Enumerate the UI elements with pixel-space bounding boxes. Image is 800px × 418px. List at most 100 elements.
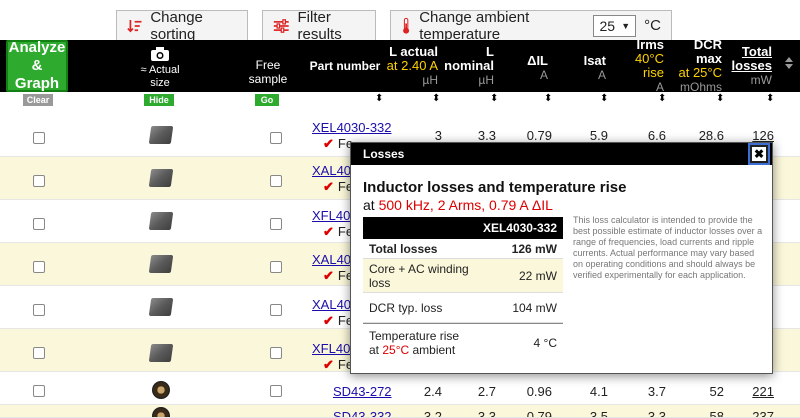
sample-checkbox[interactable] <box>270 304 282 316</box>
temperature-select[interactable]: 25 ▼ <box>593 14 637 37</box>
dcr-loss-amount: 104 mW <box>512 300 557 315</box>
temperature-value: 25 <box>599 17 616 34</box>
change-sorting-button[interactable]: Change sorting <box>116 9 248 43</box>
col-isat-title: Isat <box>583 53 606 68</box>
inductor-image <box>152 381 170 399</box>
inductor-image <box>148 255 174 273</box>
sample-checkbox[interactable] <box>270 218 282 230</box>
actual-size-label-2: size <box>150 77 170 89</box>
sort-irms-icon[interactable]: ⬍ <box>658 93 666 104</box>
dcr-loss-label: DCR typ. loss <box>369 300 443 315</box>
check-icon: ✔ <box>323 179 334 194</box>
total-losses-value[interactable]: 126 <box>732 128 774 143</box>
feature-label: ✔ Fe <box>323 224 353 240</box>
col-l-nominal-title: L <box>486 44 494 59</box>
filter-results-button[interactable]: Filter results <box>262 8 376 43</box>
col-dcr[interactable]: DCR max at 25°C mOhms <box>670 38 726 95</box>
temperature-rise-label: Temperature rise at 25°C ambient <box>369 329 459 357</box>
filter-sliders-icon <box>273 18 289 33</box>
irms-value: 3.3 <box>647 409 666 418</box>
analyze-checkbox[interactable] <box>33 175 45 187</box>
analyze-graph-button[interactable]: Analyze & Graph <box>6 39 68 92</box>
total-losses-row: Total losses 126 mW <box>363 239 563 259</box>
analyze-label: Analyze <box>8 39 66 56</box>
losses-disclaimer: This loss calculator is intended to prov… <box>573 215 763 280</box>
losses-table-part: XEL4030-332 <box>478 217 563 239</box>
col-l-actual-unit: µH <box>422 73 438 87</box>
sort-lnominal-icon[interactable]: ⬍ <box>490 93 498 104</box>
sample-checkbox[interactable] <box>270 175 282 187</box>
col-actual-size: ≈ Actual size <box>120 40 200 92</box>
sample-checkbox[interactable] <box>270 385 282 397</box>
losses-dialog-header: Losses <box>351 143 772 165</box>
toolbar: Change sorting Filter results Change amb… <box>0 0 800 43</box>
sort-dil-icon[interactable]: ⬍ <box>544 93 552 104</box>
feature-label: ✔ Fe <box>323 268 353 284</box>
losses-table-header: XEL4030-332 <box>363 217 563 239</box>
inductor-image <box>148 212 174 230</box>
ambient-temperature-control: Change ambient temperature 25 ▼ °C <box>390 9 672 43</box>
check-icon: ✔ <box>323 136 334 151</box>
temperature-unit: °C <box>644 17 661 34</box>
close-icon[interactable]: ✖ <box>750 145 768 163</box>
col-l-actual[interactable]: L actual at 2.40 A µH <box>386 40 442 92</box>
sample-label: sample <box>248 72 288 86</box>
inductor-image <box>148 298 174 316</box>
losses-table-corner <box>363 217 478 239</box>
col-free-sample: Free sample <box>240 40 296 92</box>
feature-label: ✔ Fe <box>323 136 353 152</box>
isat-value: 4.1 <box>589 384 608 399</box>
col-isat[interactable]: Isat A <box>554 40 610 92</box>
go-sample-button[interactable]: Go <box>255 94 279 106</box>
col-l-nominal[interactable]: L nominal µH <box>444 40 498 92</box>
sort-dcr-icon[interactable]: ⬍ <box>716 93 724 104</box>
sample-checkbox[interactable] <box>270 261 282 273</box>
sample-checkbox[interactable] <box>270 132 282 144</box>
sort-part-icon[interactable]: ⬍ <box>375 93 383 104</box>
col-part-number[interactable]: Part number <box>304 40 386 92</box>
check-icon: ✔ <box>323 357 334 372</box>
analyze-checkbox[interactable] <box>33 347 45 359</box>
sample-checkbox[interactable] <box>270 347 282 359</box>
dil-value: 0.79 <box>526 128 552 143</box>
col-isat-unit: A <box>597 68 606 82</box>
actual-size-label: ≈ Actual <box>140 64 180 76</box>
col-total-losses[interactable]: Total losses mW <box>728 40 776 92</box>
col-dil[interactable]: ΔIL A <box>500 40 552 92</box>
go-label: Go <box>260 95 274 105</box>
graph-label: & Graph <box>14 57 60 92</box>
part-number-link[interactable]: SD43-272 <box>333 384 392 399</box>
col-l-nominal-title-2: nominal <box>444 58 494 73</box>
losses-table: XEL4030-332 Total losses 126 mW Core + A… <box>363 217 563 361</box>
hide-images-button[interactable]: Hide <box>144 94 174 106</box>
inductor-image <box>152 407 170 417</box>
part-number-link[interactable]: SD43-332 <box>333 409 392 417</box>
total-losses-value[interactable]: 221 <box>732 384 774 399</box>
losses-heading: Inductor losses and temperature rise <box>363 179 627 196</box>
l-nominal-value: 3.3 <box>477 409 496 418</box>
analyze-checkbox[interactable] <box>33 261 45 273</box>
clear-button[interactable]: Clear <box>23 94 53 106</box>
part-number-link[interactable]: XEL4030-332 <box>312 120 392 135</box>
sort-lactual-icon[interactable]: ⬍ <box>432 93 440 104</box>
check-icon: ✔ <box>323 313 334 328</box>
temperature-rise-amount: 4 °C <box>533 335 557 350</box>
table-row: SD43-332 3.2 3.3 0.79 3.5 3.3 58 237 <box>0 405 800 418</box>
temperature-rise-text: Temperature rise <box>369 328 460 343</box>
analyze-checkbox[interactable] <box>33 385 45 397</box>
hide-label: Hide <box>149 95 169 105</box>
dil-value: 0.96 <box>526 384 552 399</box>
total-losses-value[interactable]: 237 <box>732 409 774 417</box>
col-irms[interactable]: Irms 40°C rise A <box>612 38 668 95</box>
analyze-checkbox[interactable] <box>33 218 45 230</box>
analyze-checkbox[interactable] <box>33 132 45 144</box>
sort-total-icon[interactable]: ⬍ <box>766 93 774 104</box>
col-l-actual-title: L actual <box>389 44 438 59</box>
irms-value: 3.7 <box>647 384 666 399</box>
filter-results-label: Filter results <box>297 8 342 43</box>
sort-isat-icon[interactable]: ⬍ <box>600 93 608 104</box>
core-loss-label: Core + AC winding loss <box>369 261 469 290</box>
feature-label: ✔ Fe <box>323 313 353 329</box>
analyze-checkbox[interactable] <box>33 304 45 316</box>
l-actual-value: 3.2 <box>423 409 442 418</box>
